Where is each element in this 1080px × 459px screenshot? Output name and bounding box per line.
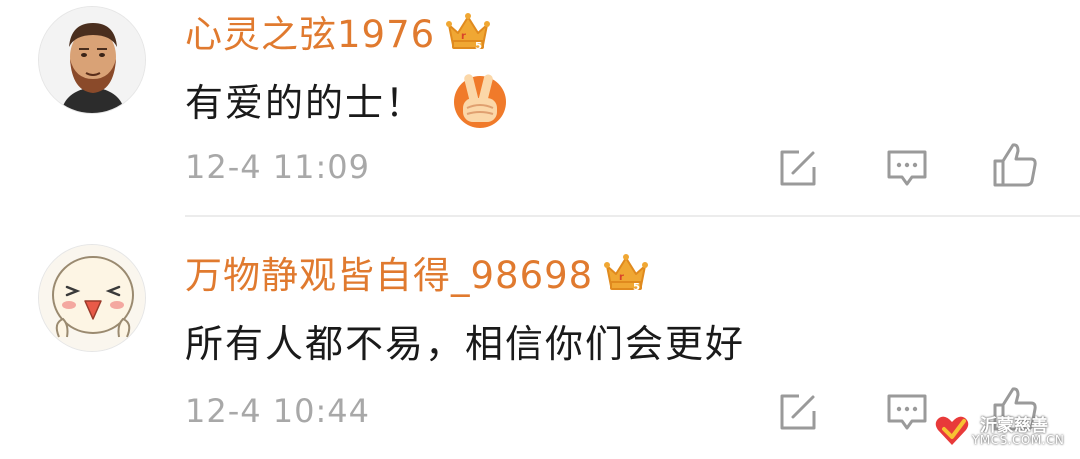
reply-button[interactable] xyxy=(882,387,932,437)
reply-icon xyxy=(887,150,927,186)
timestamp: 12-4 11:09 xyxy=(185,148,371,186)
username-row: 心灵之弦1976 r 5 xyxy=(185,6,491,56)
repost-icon xyxy=(780,150,816,186)
comment-text: 有爱的的士！ xyxy=(185,68,511,130)
repost-button[interactable] xyxy=(773,143,823,193)
username[interactable]: 万物静观皆自得_98698 xyxy=(185,245,593,299)
user-avatar[interactable] xyxy=(38,244,146,352)
reply-button[interactable] xyxy=(882,143,932,193)
watermark-url: YMCS.COM.CN xyxy=(972,433,1065,447)
cartoon-face-avatar-icon xyxy=(39,245,145,351)
comment-body: 有爱的的士！ xyxy=(185,80,426,125)
comment-divider xyxy=(185,215,1080,217)
username[interactable]: 心灵之弦1976 xyxy=(185,4,435,58)
bearded-man-avatar-icon xyxy=(39,7,145,113)
heart-logo-icon xyxy=(935,416,969,445)
repost-button[interactable] xyxy=(773,387,823,437)
user-avatar[interactable] xyxy=(38,6,146,114)
svg-text:r: r xyxy=(461,31,466,42)
victory-hand-emoji-icon xyxy=(454,74,507,128)
username-row: 万物静观皆自得_98698 r 5 xyxy=(185,247,649,297)
svg-text:r: r xyxy=(619,272,624,283)
vip-crown-icon: r 5 xyxy=(446,13,491,51)
like-button[interactable] xyxy=(990,140,1040,190)
like-icon xyxy=(993,143,1037,187)
comment-text: 所有人都不易，相信你们会更好 xyxy=(185,314,745,366)
svg-text:5: 5 xyxy=(633,282,640,292)
comment-body: 所有人都不易，相信你们会更好 xyxy=(185,321,746,366)
vip-crown-icon: r 5 xyxy=(604,254,649,292)
timestamp: 12-4 10:44 xyxy=(185,392,371,430)
reply-icon xyxy=(887,394,927,430)
watermark: 沂蒙慈善 YMCS.COM.CN xyxy=(930,409,1070,453)
repost-icon xyxy=(780,394,816,430)
svg-text:5: 5 xyxy=(475,41,482,51)
